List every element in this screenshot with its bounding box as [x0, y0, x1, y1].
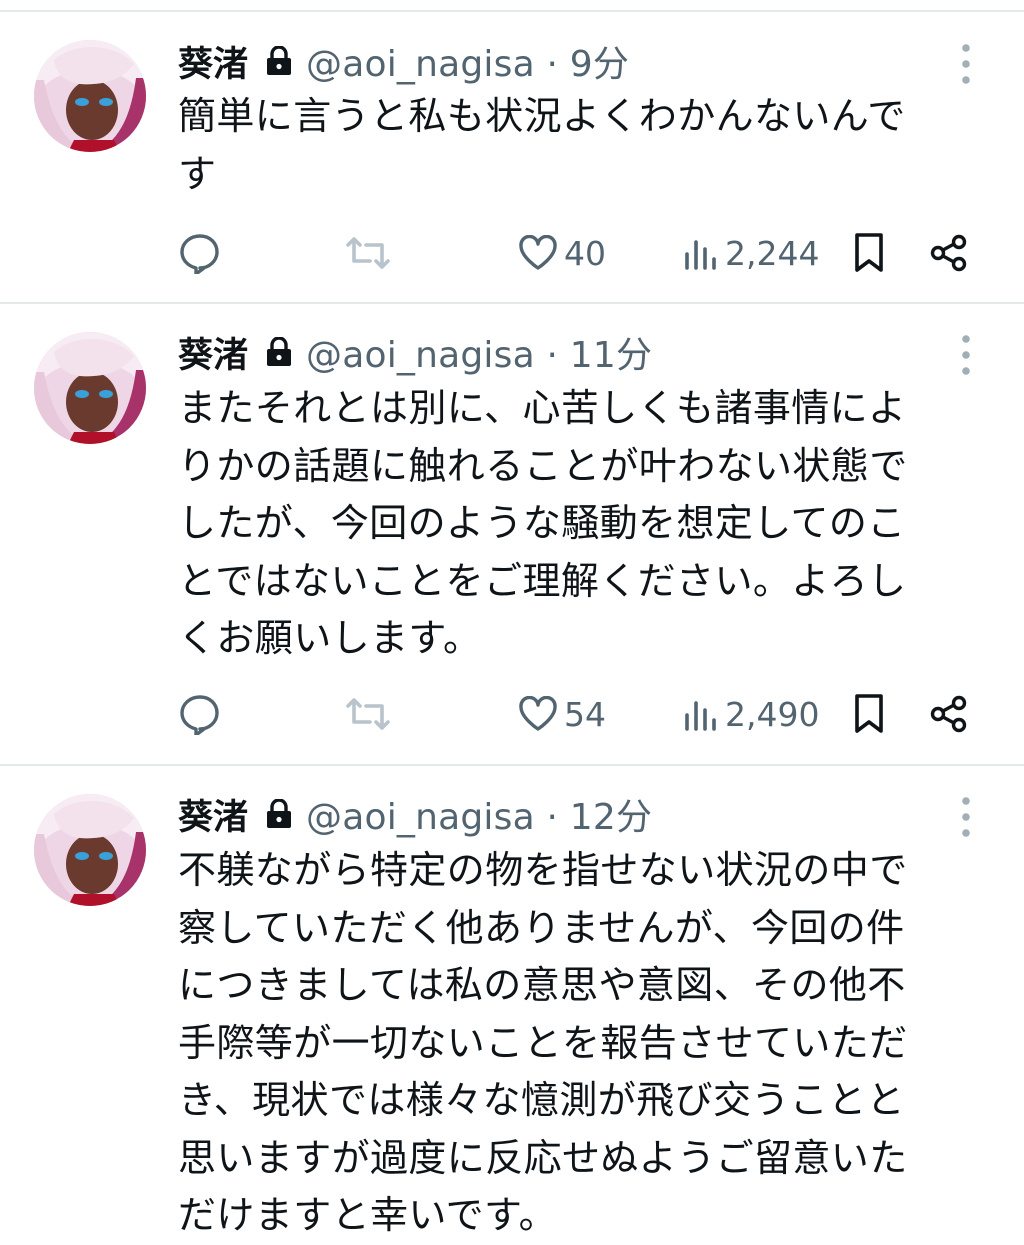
avatar[interactable] — [34, 794, 146, 906]
avatar[interactable] — [34, 40, 146, 152]
view-count: 2,490 — [725, 694, 820, 734]
tweet-text: またそれとは別に、心苦しくも諸事情によ りかの話題に触れることが叶わない状態で … — [178, 386, 908, 660]
heart-icon — [518, 235, 558, 271]
retweet-icon — [344, 694, 392, 734]
action-bar: 40 2,244 — [0, 223, 1024, 283]
display-name[interactable]: 葵渚 — [178, 789, 248, 840]
like-button[interactable]: 40 — [518, 223, 606, 283]
tweet-header: 葵渚 @aoi_nagisa · 11分 — [178, 326, 652, 378]
share-button[interactable] — [929, 684, 969, 744]
handle-and-time[interactable]: @aoi_nagisa · 9分 — [306, 35, 629, 87]
bookmark-button[interactable] — [852, 684, 886, 744]
share-icon — [929, 233, 969, 273]
bookmark-button[interactable] — [852, 223, 886, 283]
retweet-button[interactable] — [344, 223, 392, 283]
reply-button[interactable] — [179, 684, 221, 744]
reply-button[interactable] — [179, 223, 221, 283]
tweet-header: 葵渚 @aoi_nagisa · 12分 — [178, 788, 652, 840]
tweet-divider — [0, 302, 1024, 304]
like-count: 54 — [564, 694, 606, 734]
views-button[interactable]: 2,490 — [683, 684, 819, 744]
views-icon — [683, 696, 719, 732]
display-name[interactable]: 葵渚 — [178, 327, 248, 378]
handle-and-time[interactable]: @aoi_nagisa · 11分 — [306, 326, 652, 378]
like-button[interactable]: 54 — [518, 684, 606, 744]
retweet-button[interactable] — [344, 684, 392, 744]
tweet-divider — [0, 764, 1024, 766]
top-divider — [0, 10, 1024, 12]
tweet-text: 不躾ながら特定の物を指せない状況の中で 察していただく他ありませんが、今回の件 … — [178, 848, 908, 1237]
views-button[interactable]: 2,244 — [683, 223, 819, 283]
more-icon[interactable] — [956, 795, 976, 839]
handle-and-time[interactable]: @aoi_nagisa · 12分 — [306, 788, 652, 840]
bookmark-icon — [852, 693, 886, 735]
display-name[interactable]: 葵渚 — [178, 36, 248, 87]
reply-icon — [179, 693, 221, 735]
views-icon — [683, 235, 719, 271]
action-bar: 54 2,490 — [0, 684, 1024, 744]
lock-icon — [266, 45, 292, 76]
lock-icon — [266, 336, 292, 367]
view-count: 2,244 — [725, 233, 820, 273]
heart-icon — [518, 696, 558, 732]
bookmark-icon — [852, 232, 886, 274]
tweet-header: 葵渚 @aoi_nagisa · 9分 — [178, 35, 629, 87]
more-icon[interactable] — [956, 333, 976, 377]
share-icon — [929, 694, 969, 734]
avatar[interactable] — [34, 332, 146, 444]
more-icon[interactable] — [956, 42, 976, 86]
retweet-icon — [344, 233, 392, 273]
tweet-text: 簡単に言うと私も状況よくわかんないんで す — [178, 94, 906, 196]
share-button[interactable] — [929, 223, 969, 283]
lock-icon — [266, 798, 292, 829]
reply-icon — [179, 232, 221, 274]
like-count: 40 — [564, 233, 606, 273]
